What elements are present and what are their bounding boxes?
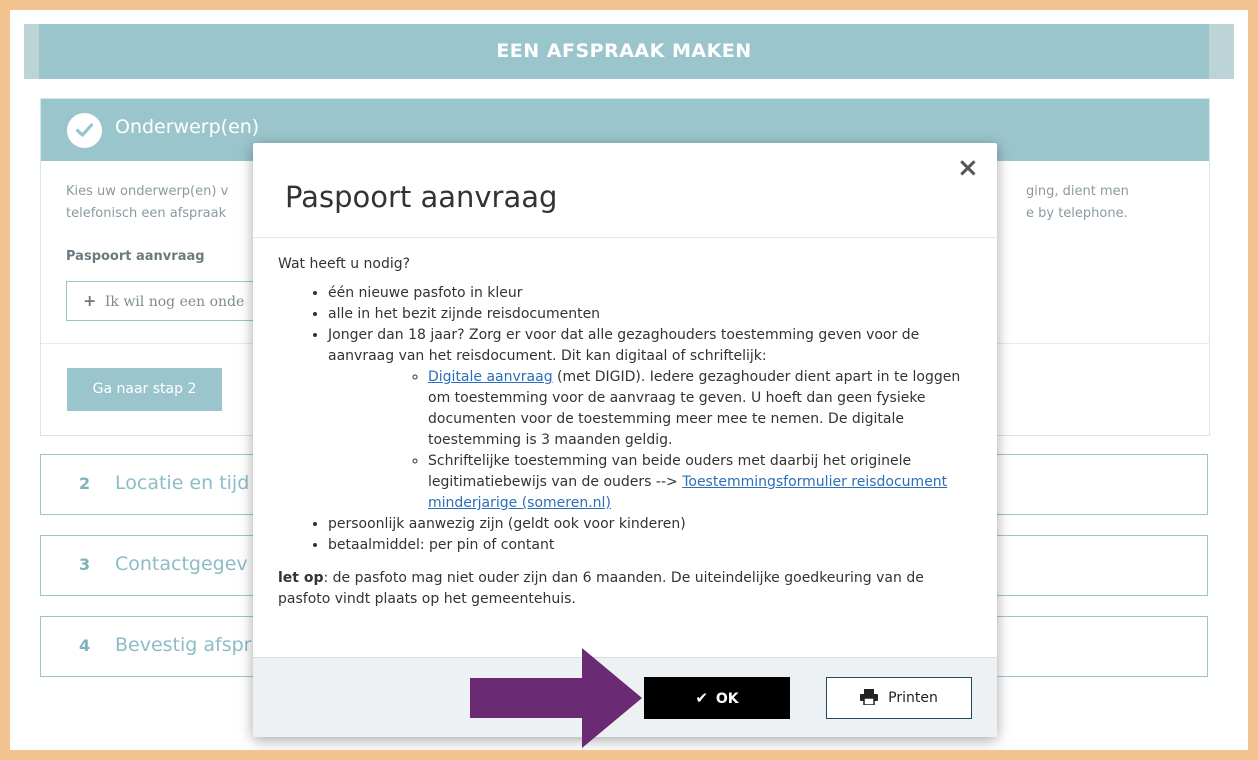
page-header: EEN AFSPRAAK MAKEN <box>24 24 1234 79</box>
step-number: 2 <box>79 474 91 493</box>
next-step-button[interactable]: Ga naar stap 2 <box>67 368 222 411</box>
instructions-line-1: Kies uw onderwerp(en) v <box>66 184 229 199</box>
checkmark-icon: ✔ <box>695 689 708 707</box>
step-label: Locatie en tijd <box>115 472 250 494</box>
modal-divider <box>253 237 997 238</box>
note-text: : de pasfoto mag niet ouder zijn dan 6 m… <box>278 570 924 607</box>
note-label: let op <box>278 570 324 586</box>
step-label: Bevestig afspr <box>115 634 252 656</box>
modal-title: Paspoort aanvraag <box>285 180 558 214</box>
sub-list: Digitale aanvraag (met DIGID). Iedere ge… <box>328 367 978 514</box>
modal-intro: Wat heeft u nodig? <box>278 256 411 272</box>
printer-icon <box>860 689 879 706</box>
add-subject-label: Ik wil nog een onde <box>104 294 245 310</box>
close-icon[interactable]: × <box>957 153 979 183</box>
plus-icon: + <box>83 291 97 310</box>
list-item: één nieuwe pasfoto in kleur <box>328 283 978 304</box>
list-item-text: Jonger dan 18 jaar? Zorg er voor dat all… <box>328 327 920 364</box>
ok-button-label: OK <box>715 691 739 707</box>
step-number: 4 <box>79 636 91 655</box>
page-title: EEN AFSPRAAK MAKEN <box>39 24 1209 79</box>
print-button-label: Printen <box>888 690 938 706</box>
step-number: 3 <box>79 555 91 574</box>
sub-list-item: Digitale aanvraag (met DIGID). Iedere ge… <box>428 367 978 451</box>
digital-request-link[interactable]: Digitale aanvraag <box>428 369 553 385</box>
step-label: Contactgegev <box>115 553 248 575</box>
arrow-pointer-icon <box>470 648 642 748</box>
selected-subject-label: Paspoort aanvraag <box>66 249 205 264</box>
modal-body: Wat heeft u nodig? één nieuwe pasfoto in… <box>278 254 978 610</box>
sub-list-item: Schriftelijke toestemming van beide oude… <box>428 451 978 514</box>
modal-note: let op: de pasfoto mag niet ouder zijn d… <box>278 568 978 610</box>
ok-button[interactable]: ✔ OK <box>644 677 790 719</box>
page-frame: EEN AFSPRAAK MAKEN Onderwerp(en) Kies uw… <box>10 10 1248 750</box>
list-item: alle in het bezit zijnde reisdocumenten <box>328 304 978 325</box>
requirements-list: één nieuwe pasfoto in kleur alle in het … <box>278 283 978 556</box>
step1-title: Onderwerp(en) <box>115 116 260 138</box>
instructions-right-2: e by telephone. <box>1026 206 1128 221</box>
print-button[interactable]: Printen <box>826 677 972 719</box>
list-item: betaalmiddel: per pin of contant <box>328 535 978 556</box>
list-item: Jonger dan 18 jaar? Zorg er voor dat all… <box>328 325 978 514</box>
list-item: persoonlijk aanwezig zijn (geldt ook voo… <box>328 514 978 535</box>
instructions-right-1: ging, dient men <box>1026 184 1129 199</box>
check-icon <box>67 113 102 148</box>
